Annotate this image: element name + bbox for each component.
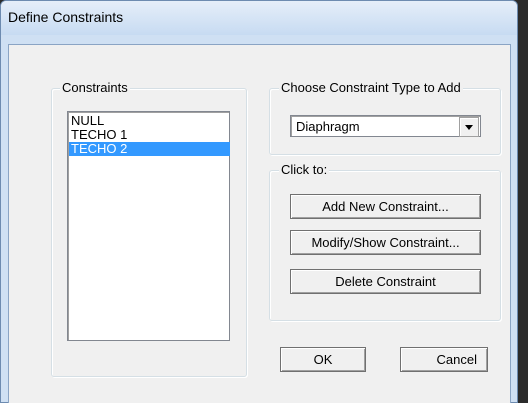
window-title: Define Constraints xyxy=(8,9,124,25)
list-item[interactable]: TECHO 1 xyxy=(69,128,230,142)
ok-button[interactable]: OK xyxy=(280,347,366,372)
delete-constraint-button[interactable]: Delete Constraint xyxy=(290,269,481,294)
cancel-button[interactable]: Cancel xyxy=(400,347,488,372)
dropdown-button[interactable] xyxy=(459,117,479,137)
click-to-group-label: Click to: xyxy=(279,162,330,177)
modify-show-constraint-button[interactable]: Modify/Show Constraint... xyxy=(290,230,481,255)
constraint-type-select[interactable]: Diaphragm xyxy=(290,115,481,137)
constraint-type-value: Diaphragm xyxy=(296,119,360,134)
constraint-type-group-label: Choose Constraint Type to Add xyxy=(279,80,463,95)
list-item[interactable]: NULL xyxy=(69,114,230,128)
chevron-down-icon xyxy=(465,125,473,130)
list-item-selected[interactable]: TECHO 2 xyxy=(69,142,230,156)
constraints-list[interactable]: NULL TECHO 1 TECHO 2 xyxy=(67,111,230,341)
constraints-group-label: Constraints xyxy=(60,80,130,95)
add-new-constraint-button[interactable]: Add New Constraint... xyxy=(290,194,481,219)
